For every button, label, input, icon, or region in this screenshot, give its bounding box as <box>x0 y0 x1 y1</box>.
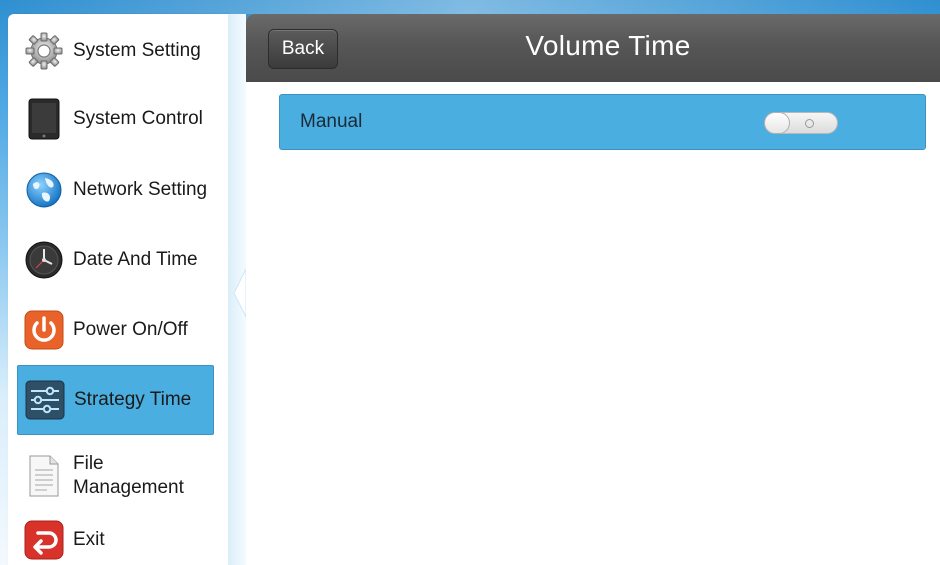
sidebar-item-label-multiline: File Management <box>73 452 184 500</box>
sidebar-item-label: Strategy Time <box>74 389 192 410</box>
tablet-icon <box>23 98 65 140</box>
sidebar-item-date-and-time[interactable]: Date And Time <box>17 234 214 286</box>
sidebar-item-label: Power On/Off <box>73 319 188 340</box>
sidebar-item-system-control[interactable]: System Control <box>17 94 214 144</box>
divider-strip <box>228 14 246 565</box>
document-icon <box>23 455 65 497</box>
header-bar: Back Volume Time <box>246 14 940 82</box>
sidebar-item-label-line-2: Management <box>73 477 184 498</box>
sidebar-item-system-setting[interactable]: System Setting <box>17 25 214 77</box>
sidebar-item-exit[interactable]: Exit <box>17 517 214 563</box>
sidebar-item-label: Network Setting <box>73 179 208 200</box>
background-streak <box>0 0 940 14</box>
power-icon <box>23 309 65 351</box>
exit-icon <box>23 519 65 561</box>
sidebar-item-file-management[interactable]: File Management <box>17 446 214 506</box>
page-title: Volume Time <box>525 30 691 61</box>
toggle-knob <box>764 112 790 134</box>
clock-icon <box>23 239 65 281</box>
sidebar-item-label: Date And Time <box>73 249 198 270</box>
gear-icon <box>23 30 65 72</box>
sidebar-item-label-line-1: File <box>73 453 104 474</box>
sidebar-item-label: Exit <box>73 529 105 550</box>
main-panel: Back Volume Time Manual <box>246 14 940 565</box>
sliders-icon <box>24 379 66 421</box>
toggle-off-indicator-icon <box>805 119 814 128</box>
globe-icon <box>23 169 65 211</box>
sidebar: System Setting System Control Network Se… <box>8 14 228 565</box>
setting-label: Manual <box>300 111 363 132</box>
sidebar-item-label: System Setting <box>73 40 201 61</box>
manual-toggle[interactable] <box>764 112 838 134</box>
sidebar-item-label: System Control <box>73 108 203 129</box>
sidebar-item-network-setting[interactable]: Network Setting <box>17 164 214 216</box>
sidebar-item-power-on-off[interactable]: Power On/Off <box>17 304 214 356</box>
sidebar-item-strategy-time[interactable]: Strategy Time <box>17 365 214 435</box>
setting-row-manual[interactable]: Manual <box>279 94 926 150</box>
